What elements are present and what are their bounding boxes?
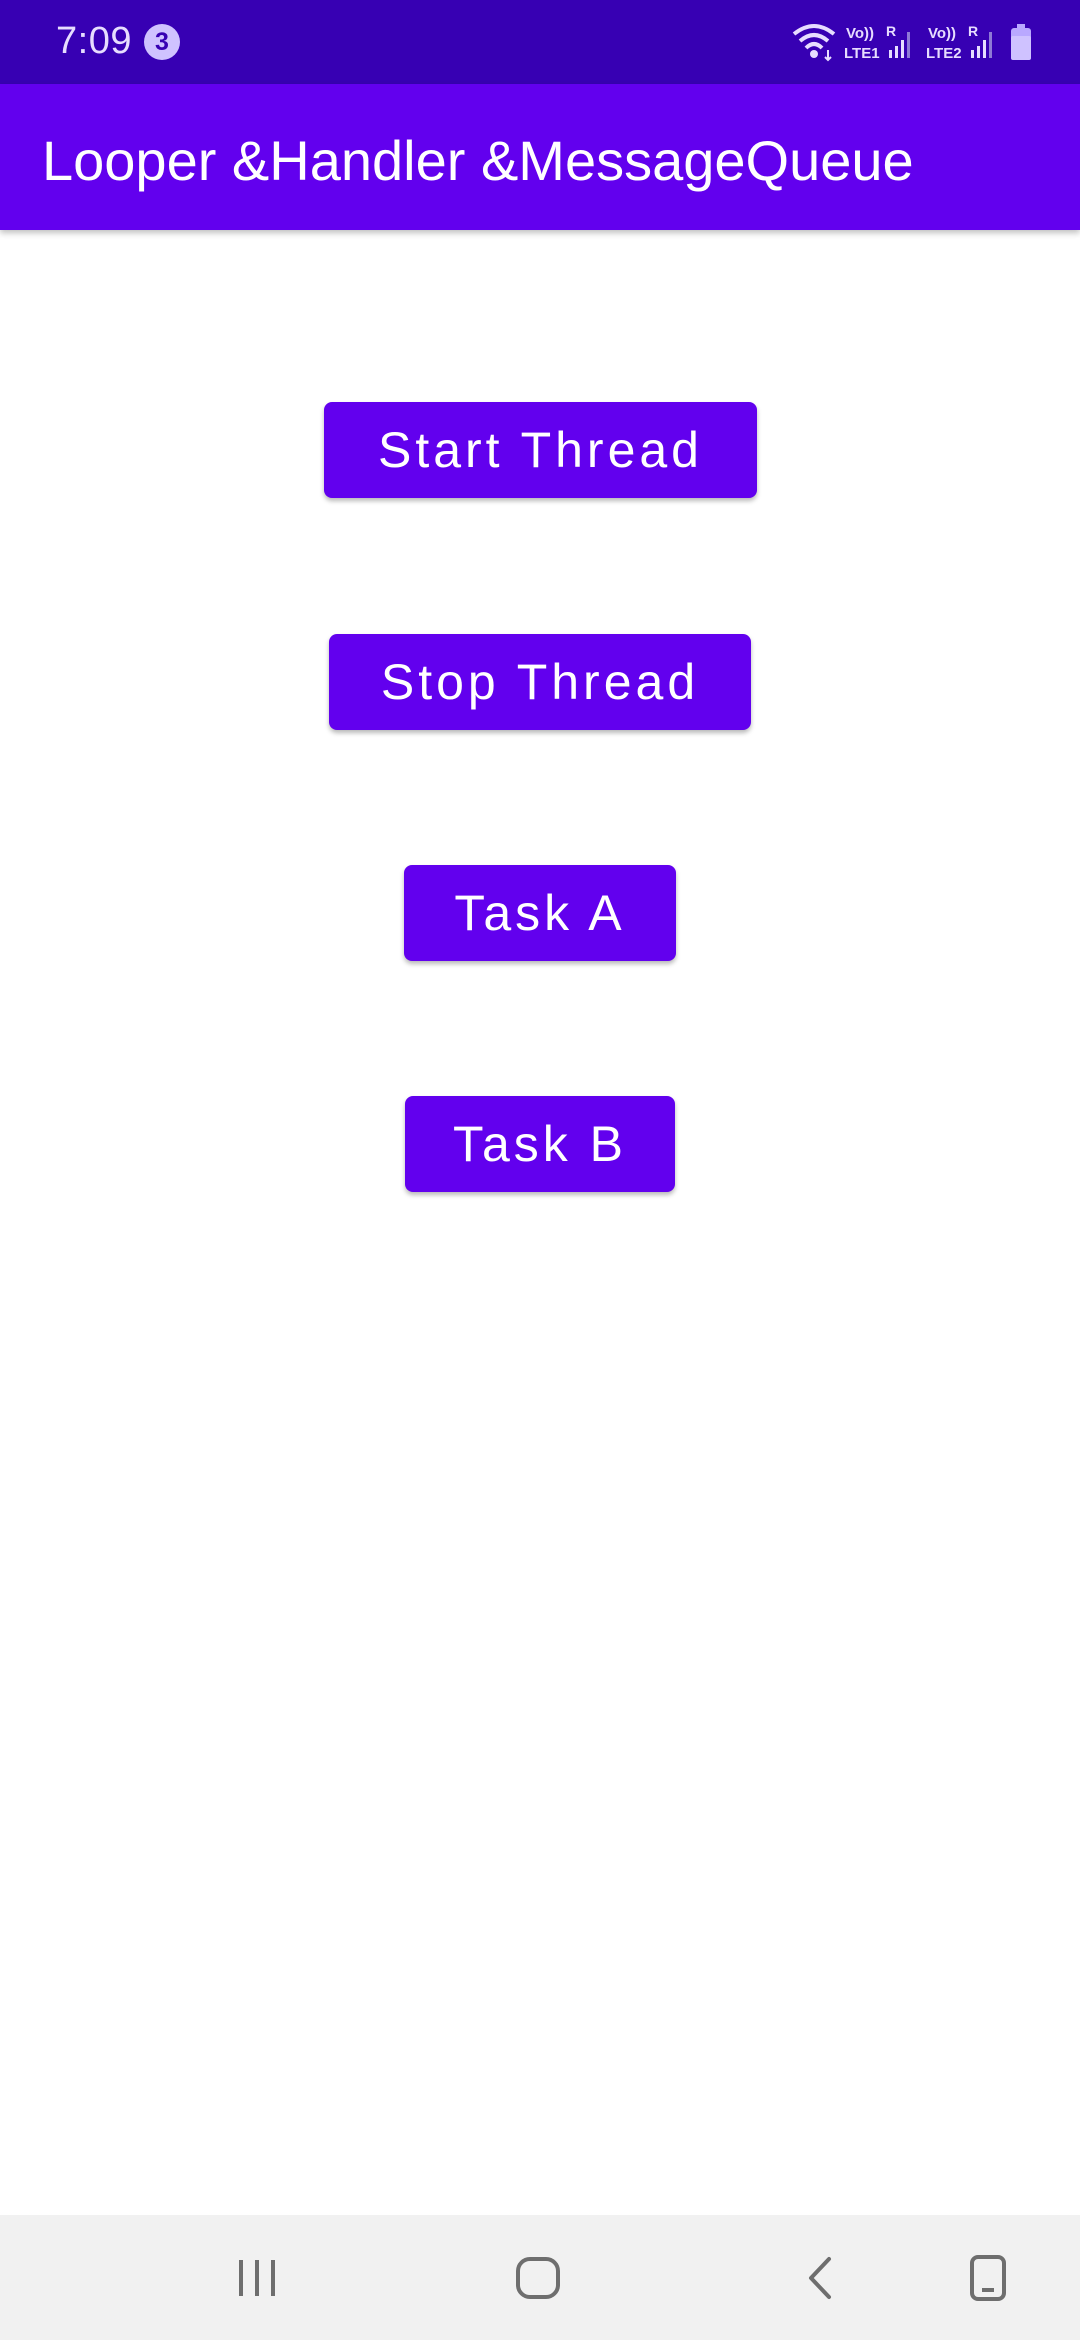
rotate-icon (970, 2254, 1006, 2301)
svg-text:R: R (886, 23, 896, 39)
app-bar: Looper &Handler &MessageQueue (0, 84, 1080, 230)
battery-icon (1011, 24, 1031, 60)
svg-text:Vo)): Vo)) (846, 25, 874, 42)
recent-apps-icon (239, 2259, 275, 2296)
wifi-icon (792, 24, 836, 62)
app-title: Looper &Handler &MessageQueue (42, 129, 914, 192)
svg-text:LTE1: LTE1 (844, 45, 880, 62)
svg-text:Vo)): Vo)) (928, 25, 956, 42)
home-button[interactable] (493, 2215, 583, 2340)
status-time: 7:09 (56, 20, 132, 62)
home-icon (516, 2256, 560, 2299)
recent-apps-button[interactable] (212, 2215, 302, 2340)
svg-text:LTE2: LTE2 (926, 45, 962, 62)
navigation-bar (0, 2215, 1080, 2340)
start-thread-button[interactable]: Start Thread (324, 402, 757, 498)
status-bar: 7:09 3 Vo)) LTE1 R Vo)) LTE2 R (0, 0, 1080, 84)
svg-text:R: R (968, 23, 978, 39)
task-b-button[interactable]: Task B (405, 1096, 675, 1192)
stop-thread-button[interactable]: Stop Thread (329, 634, 751, 730)
back-button[interactable] (775, 2215, 865, 2340)
notification-count-badge: 3 (144, 24, 180, 60)
sim2-signal-icon: Vo)) LTE2 R (926, 23, 992, 62)
rotate-screen-button[interactable] (943, 2215, 1033, 2340)
sim1-signal-icon: Vo)) LTE1 R (844, 23, 910, 62)
back-icon (809, 2256, 831, 2299)
task-a-button[interactable]: Task A (404, 865, 676, 961)
